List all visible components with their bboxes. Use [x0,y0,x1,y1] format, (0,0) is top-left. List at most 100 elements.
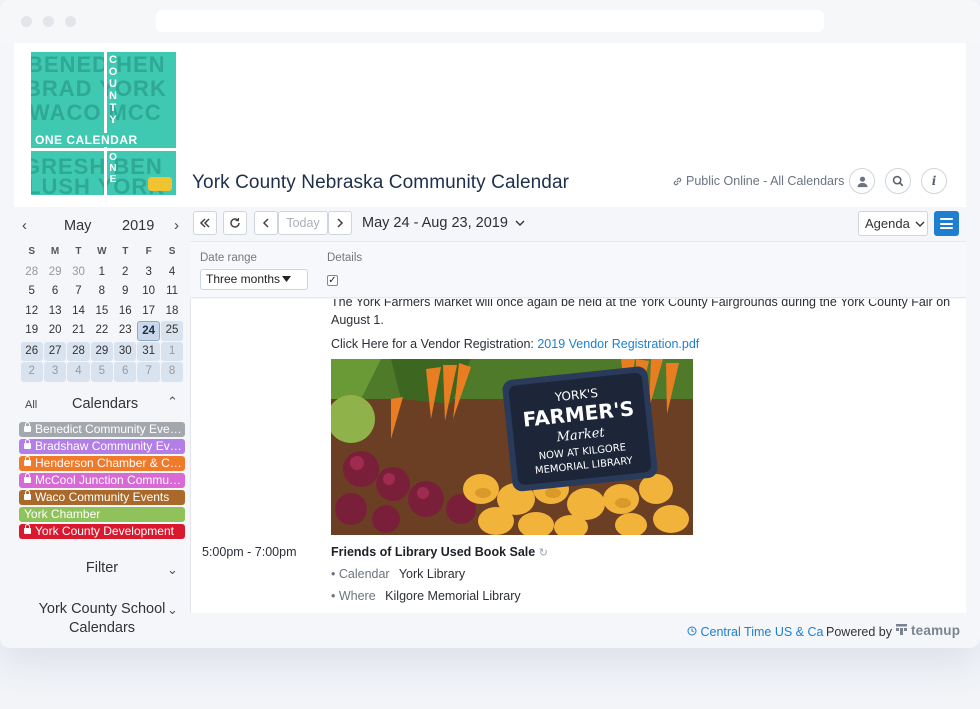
day-cell[interactable]: 5 [90,362,114,382]
chevron-down-icon[interactable]: ⌄ [167,602,178,618]
main-menu-button[interactable] [934,211,959,236]
day-cell[interactable]: 1 [160,341,184,361]
day-cell[interactable]: 29 [43,263,66,283]
day-cell[interactable]: 14 [67,302,90,322]
date-range-picker[interactable]: May 24 - Aug 23, 2019 [362,215,525,231]
window-maximize-dot[interactable] [65,16,76,27]
day-cell[interactable]: 31 [137,341,160,361]
today-button[interactable]: Today [278,211,328,235]
day-cell[interactable]: 4 [67,362,90,382]
day-cell[interactable]: 5 [20,282,43,302]
vendor-registration-link[interactable]: 2019 Vendor Registration.pdf [537,337,699,351]
day-cell[interactable]: 8 [90,282,113,302]
timezone-link[interactable]: Central Time US & Ca [687,625,823,639]
public-link-label: Public Online - All Calendars [686,174,845,188]
calendar-item-york-chamber[interactable]: York Chamber [19,507,185,522]
weekday-label: F [145,246,152,257]
teamup-logo[interactable]: teamup [896,623,960,638]
footer: Central Time US & Ca Powered by teamup [190,613,966,648]
calendar-item-york-development[interactable]: York County Development [19,524,185,539]
day-cell-today[interactable]: 24 [137,321,160,341]
calendar-item-henderson[interactable]: Henderson Chamber & Community [19,456,185,471]
address-bar[interactable] [156,10,824,32]
view-selector[interactable]: Agenda [858,211,928,236]
lock-icon [24,439,31,449]
day-cell[interactable]: 25 [160,321,184,341]
weekday-row: S M T W T F S [20,243,184,263]
day-cell[interactable]: 22 [90,321,113,341]
calendar-item-benedict[interactable]: Benedict Community Events [19,422,185,437]
mini-calendar-grid: S M T W T F S 28 29 30 1 2 3 4 5 6 7 8 9… [20,243,184,382]
day-cell[interactable]: 9 [114,282,137,302]
day-cell[interactable]: 18 [160,302,183,322]
previous-button[interactable] [254,211,278,235]
calendar-logo: BENED HEN BRAD YORK WACO MCC GRESH BEN L… [31,52,176,195]
day-cell[interactable]: 19 [20,321,43,341]
mini-calendar-month[interactable]: May [64,218,91,234]
repeat-icon: ↻ [538,547,548,559]
select-all-calendars[interactable]: All [25,399,37,411]
date-range-select[interactable]: Three months [200,269,308,290]
day-cell[interactable]: 30 [67,263,90,283]
day-cell[interactable]: 29 [90,341,114,361]
day-cell[interactable]: 16 [114,302,137,322]
day-cell[interactable]: 20 [43,321,66,341]
window-close-dot[interactable] [21,16,32,27]
calendar-item-mccool[interactable]: McCool Junction Community [19,473,185,488]
prev-month-icon[interactable]: ‹ [22,217,27,234]
day-cell[interactable]: 30 [114,341,137,361]
day-cell[interactable]: 2 [114,263,137,283]
school-calendars-section[interactable]: York County School Calendars [14,600,190,638]
day-cell[interactable]: 2 [20,362,43,382]
day-cell[interactable]: 7 [67,282,90,302]
day-cell[interactable]: 6 [114,362,137,382]
day-cell[interactable]: 11 [160,282,183,302]
day-cell[interactable]: 23 [114,321,137,341]
public-calendar-link[interactable]: Public Online - All Calendars [672,174,844,188]
user-button[interactable] [849,168,875,194]
day-cell[interactable]: 28 [67,341,90,361]
day-cell[interactable]: 27 [43,341,67,361]
day-cell[interactable]: 17 [137,302,160,322]
day-cell[interactable]: 26 [20,341,43,361]
farmers-market-illustration: YORK'S FARMER'S Market NOW AT KILGORE ME… [331,359,693,535]
day-cell[interactable]: 3 [137,263,160,283]
refresh-button[interactable] [223,211,247,235]
search-button[interactable] [885,168,911,194]
calendar-item-label: York County Development [35,524,174,538]
day-cell[interactable]: 3 [43,362,67,382]
weekday-label: T [75,246,82,257]
day-cell[interactable]: 12 [20,302,43,322]
jump-back-button[interactable] [193,211,217,235]
day-cell[interactable]: 21 [67,321,90,341]
logo-badge [148,177,172,191]
day-cell[interactable]: 4 [160,263,183,283]
calendar-item-bradshaw[interactable]: Bradshaw Community Events [19,439,185,454]
next-button[interactable] [328,211,352,235]
window-minimize-dot[interactable] [43,16,54,27]
weekday-label: S [168,246,176,257]
mini-calendar-year[interactable]: 2019 [122,218,154,234]
next-month-icon[interactable]: › [174,217,179,234]
day-cell[interactable]: 15 [90,302,113,322]
day-cell[interactable]: 13 [43,302,66,322]
details-checkbox[interactable]: ✓ [327,275,338,286]
sidebar: ‹ May 2019 › S M T W T F S 28 29 30 1 2 … [14,207,190,648]
weekday-label: S [28,246,36,257]
day-cell[interactable]: 8 [160,362,184,382]
filter-section[interactable]: Filter [14,560,190,576]
day-cell[interactable]: 7 [137,362,160,382]
day-cell[interactable]: 1 [90,263,113,283]
day-cell[interactable]: 10 [137,282,160,302]
event-title[interactable]: Friends of Library Used Book Sale ↻ [331,545,548,559]
event-description: The York Farmers Market will once again … [331,299,951,327]
calendar-item-waco[interactable]: Waco Community Events [19,490,185,505]
calendars-header: All Calendars ⌃ [14,393,190,415]
chevron-up-icon[interactable]: ⌃ [167,394,178,410]
day-cell[interactable]: 6 [43,282,66,302]
calendars-label[interactable]: Calendars [72,396,138,412]
info-button[interactable]: i [921,168,947,194]
chevron-down-icon[interactable]: ⌄ [167,562,178,578]
day-cell[interactable]: 28 [20,263,43,283]
teamup-brand: teamup [910,623,961,638]
